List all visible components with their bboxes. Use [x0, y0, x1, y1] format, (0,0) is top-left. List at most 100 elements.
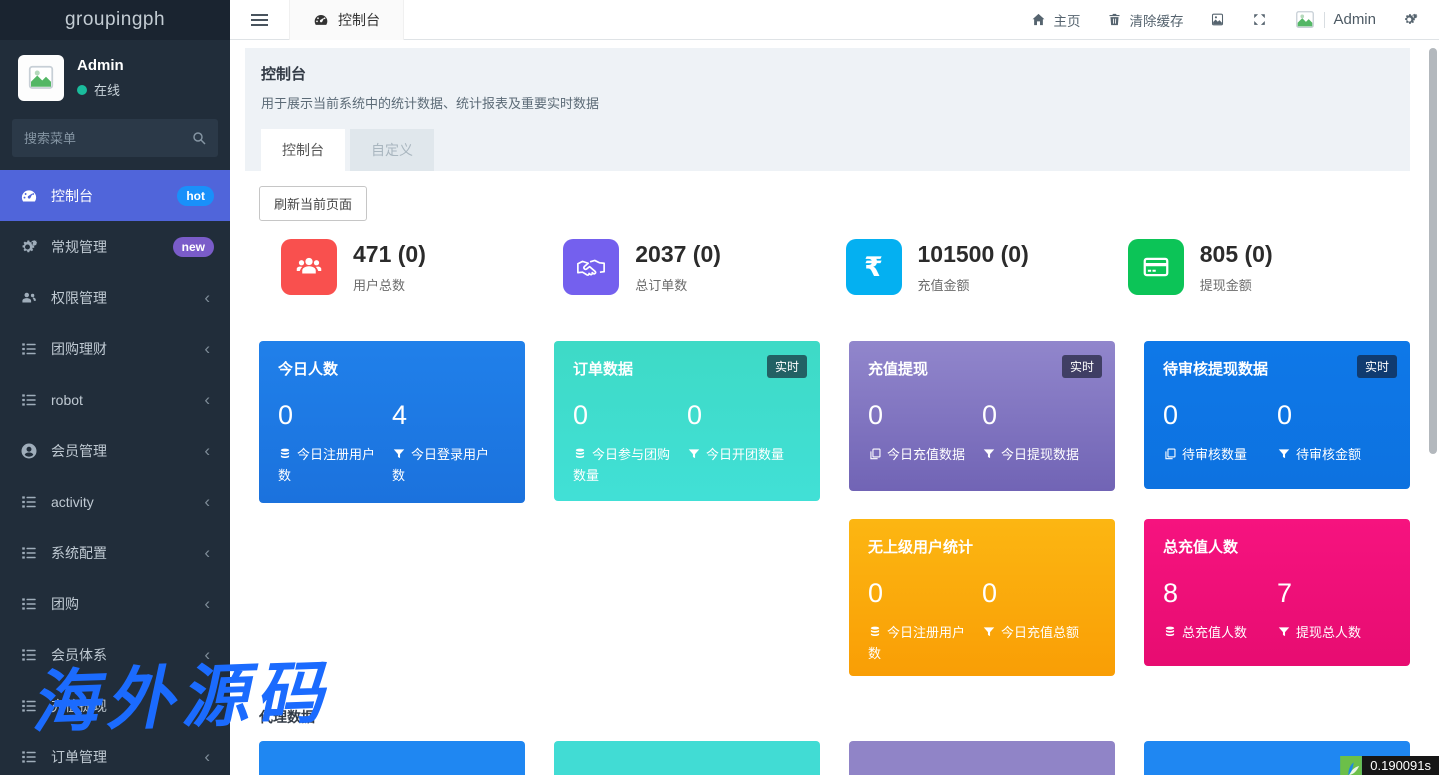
sidebar-item-groupbuy-finance[interactable]: 团购理财 ‹ [0, 323, 230, 374]
list-icon [20, 340, 38, 358]
sidebar-item-member-system[interactable]: 会员体系 ‹ [0, 629, 230, 680]
sidebar-item-label: 会员管理 [51, 441, 204, 461]
card-recharge-withdraw: 充值提现 实时 0 今日充值数据 0 今日提现数据 [849, 341, 1115, 491]
language-button[interactable] [1210, 12, 1225, 27]
sidebar-item-orders[interactable]: 订单管理 ‹ [0, 731, 230, 775]
sidebar-item-dashboard[interactable]: 控制台 hot [0, 170, 230, 221]
list-icon [20, 493, 38, 511]
user-name: Admin [77, 57, 124, 74]
sidebar-toggle-button[interactable] [230, 11, 289, 29]
stat-withdraw-amount: 805 (0) 提现金额 [1128, 239, 1410, 295]
image-file-icon [1210, 12, 1225, 27]
stat-label: 总订单数 [635, 275, 721, 294]
card-label: 今日参与团购数量 [573, 444, 681, 487]
filter-icon [982, 625, 996, 639]
gears-icon [1403, 12, 1418, 27]
dashboard-cards: 今日人数 0 今日注册用户数 4 今日登录用户数 订单数据 实时 [259, 341, 1410, 676]
stat-total-orders: 2037 (0) 总订单数 [563, 239, 845, 295]
agent-section-title: 代理数据 [259, 707, 1410, 727]
dashboard-icon [20, 187, 38, 205]
sidebar-item-groupbuy[interactable]: 团购 ‹ [0, 578, 230, 629]
card-value: 0 [278, 400, 386, 431]
sidebar-item-label: 权限管理 [51, 288, 204, 308]
sidebar-item-label: 团购理财 [51, 339, 204, 359]
sidebar-item-label: 团购 [51, 594, 204, 614]
fullscreen-button[interactable] [1252, 12, 1267, 27]
broken-image-icon [26, 63, 56, 93]
stat-value: 101500 (0) [918, 241, 1029, 268]
tab-custom[interactable]: 自定义 [350, 129, 434, 171]
list-icon [20, 595, 38, 613]
filter-icon [392, 447, 406, 461]
sidebar-item-robot[interactable]: robot ‹ [0, 374, 230, 425]
sidebar-item-label: robot [51, 392, 204, 408]
vertical-scrollbar[interactable] [1429, 48, 1437, 454]
list-icon [20, 544, 38, 562]
card-total-recharge-users: 总充值人数 8 总充值人数 7 提现总人数 [1144, 519, 1410, 666]
card-value: 0 [1277, 400, 1385, 431]
hot-badge: hot [177, 186, 214, 206]
chevron-left-icon: ‹ [204, 748, 214, 765]
topbar-right: 主页 清除缓存 Admin [1031, 9, 1439, 31]
stats-row: 471 (0) 用户总数 2037 (0) 总订单数 ₹ 101500 (0) [259, 239, 1410, 295]
agent-card [849, 741, 1115, 775]
sidebar: groupingph Admin 在线 控制台 hot 常规管理 [0, 0, 230, 775]
search-icon[interactable] [191, 130, 207, 146]
topbar-tab-dashboard[interactable]: 控制台 [289, 0, 404, 40]
card-title: 总充值人数 [1163, 536, 1391, 557]
list-icon [20, 391, 38, 409]
database-icon [573, 447, 587, 461]
sidebar-item-label: 充值提现 [51, 696, 204, 716]
database-icon [278, 447, 292, 461]
user-panel: Admin 在线 [0, 40, 230, 113]
topbar: 控制台 主页 清除缓存 Admin [230, 0, 1439, 40]
realtime-badge: 实时 [1357, 355, 1397, 378]
settings-button[interactable] [1403, 12, 1418, 27]
app-logo: groupingph [0, 0, 230, 40]
broken-image-icon [1294, 9, 1316, 31]
online-dot-icon [77, 85, 87, 95]
chevron-left-icon: ‹ [204, 391, 214, 408]
credit-card-icon [1128, 239, 1184, 295]
agent-card [554, 741, 820, 775]
topbar-tab-label: 控制台 [338, 10, 380, 30]
rupee-symbol: ₹ [864, 252, 883, 283]
clear-cache-button[interactable]: 清除缓存 [1107, 10, 1183, 30]
chevron-left-icon: ‹ [204, 646, 214, 663]
filter-icon [687, 447, 701, 461]
list-icon [20, 748, 38, 766]
home-button[interactable]: 主页 [1031, 10, 1080, 30]
panel-body: 刷新当前页面 471 (0) 用户总数 2037 (0) 总订单数 [230, 171, 1439, 775]
home-label: 主页 [1053, 10, 1080, 30]
main-content: 控制台 用于展示当前系统中的统计数据、统计报表及重要实时数据 控制台 自定义 刷… [230, 41, 1439, 775]
page-title: 控制台 [261, 63, 1394, 84]
card-value: 0 [982, 578, 1090, 609]
clear-cache-label: 清除缓存 [1129, 10, 1183, 30]
trace-logo-icon[interactable] [1340, 756, 1362, 775]
user-status: 在线 [77, 80, 124, 99]
refresh-page-button[interactable]: 刷新当前页面 [259, 186, 367, 221]
list-icon [20, 646, 38, 664]
card-label: 提现总人数 [1277, 622, 1385, 643]
tab-dashboard[interactable]: 控制台 [261, 129, 345, 171]
sidebar-item-recharge-withdraw[interactable]: 充值提现 ‹ [0, 680, 230, 731]
database-icon [1163, 625, 1177, 639]
card-value: 4 [392, 400, 500, 431]
sidebar-item-system-config[interactable]: 系统配置 ‹ [0, 527, 230, 578]
sidebar-item-activity[interactable]: activity ‹ [0, 476, 230, 527]
execution-timer: 0.190091s [1340, 756, 1439, 775]
fullscreen-icon [1252, 12, 1267, 27]
chevron-left-icon: ‹ [204, 697, 214, 714]
card-order-data: 订单数据 实时 0 今日参与团购数量 0 今日开团数量 [554, 341, 820, 501]
card-title: 今日人数 [278, 358, 506, 379]
copy-icon [1163, 447, 1177, 461]
card-label: 今日充值总额 [982, 622, 1090, 643]
sidebar-item-permissions[interactable]: 权限管理 ‹ [0, 272, 230, 323]
sidebar-item-general[interactable]: 常规管理 new [0, 221, 230, 272]
chevron-left-icon: ‹ [204, 595, 214, 612]
topbar-user-menu[interactable]: Admin [1294, 9, 1376, 31]
sidebar-item-label: 系统配置 [51, 543, 204, 563]
sidebar-item-members[interactable]: 会员管理 ‹ [0, 425, 230, 476]
search-input[interactable] [12, 119, 218, 157]
user-avatar[interactable] [18, 55, 64, 101]
